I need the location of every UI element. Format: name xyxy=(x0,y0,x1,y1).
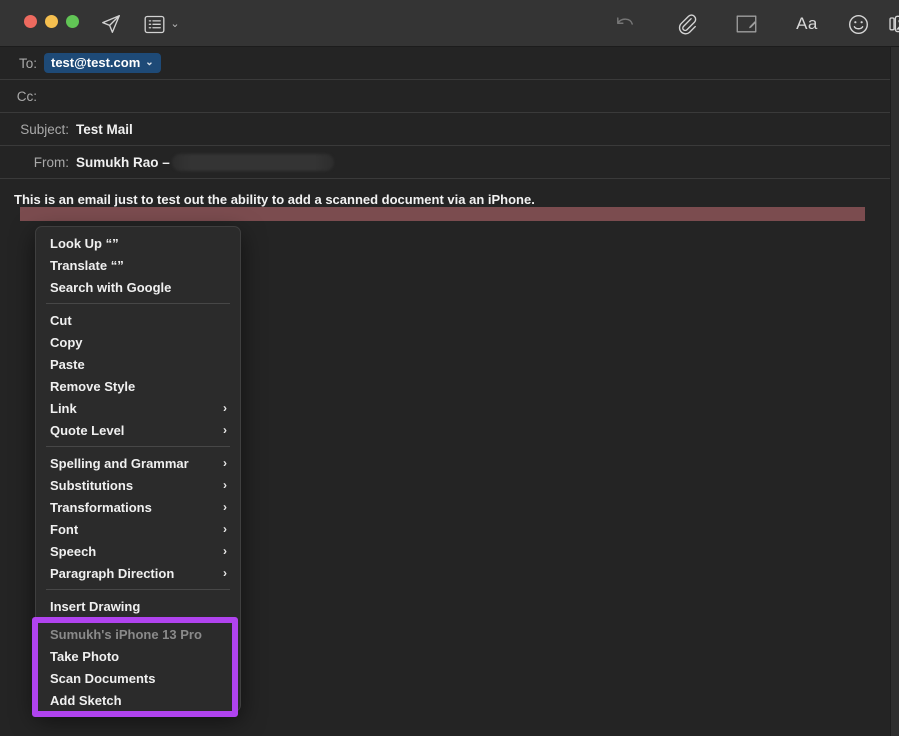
chevron-right-icon: › xyxy=(223,423,227,437)
photos-button[interactable]: ⌄ xyxy=(888,8,899,40)
menu-separator xyxy=(46,589,230,590)
recipient-token-test[interactable]: test@test.com ⌄ xyxy=(44,53,161,73)
menu-item-label: Sumukh's iPhone 13 Pro xyxy=(50,626,202,642)
menu-item-label: Spelling and Grammar xyxy=(50,455,189,471)
compose-header-fields: To: test@test.com ⌄ Cc: Subject: Test Ma… xyxy=(0,47,890,179)
menu-separator xyxy=(46,303,230,304)
context-menu-group: Look Up “” Translate “” Search with Goog… xyxy=(36,232,240,298)
menu-item-copy[interactable]: Copy xyxy=(36,331,240,353)
body-text: This is an email just to test out the ab… xyxy=(14,192,535,207)
format-button[interactable]: Aa xyxy=(790,8,824,40)
chevron-down-icon: ⌄ xyxy=(170,17,180,30)
menu-item-paste[interactable]: Paste xyxy=(36,353,240,375)
menu-item-label: Translate “” xyxy=(50,257,124,273)
menu-item-label: Look Up “” xyxy=(50,235,119,251)
attach-button[interactable] xyxy=(670,8,704,40)
menu-item-label: Copy xyxy=(50,334,83,350)
context-menu-group: Cut Copy Paste Remove Style Link › Quote… xyxy=(36,309,240,441)
subject-value: Test Mail xyxy=(76,121,133,137)
stationery-icon xyxy=(144,15,165,34)
menu-item-search-with-google[interactable]: Search with Google xyxy=(36,276,240,298)
menu-item-device-header: Sumukh's iPhone 13 Pro xyxy=(38,623,232,645)
paperclip-icon xyxy=(676,13,698,35)
menu-item-label: Quote Level xyxy=(50,422,125,438)
continuity-camera-group-highlight: Sumukh's iPhone 13 Pro Take Photo Scan D… xyxy=(32,617,238,717)
close-window-button[interactable] xyxy=(24,15,37,28)
context-menu-group: Insert Drawing xyxy=(36,595,240,617)
menu-item-label: Cut xyxy=(50,312,72,328)
menu-item-transformations[interactable]: Transformations › xyxy=(36,496,240,518)
menu-item-label: Take Photo xyxy=(50,648,120,664)
send-icon xyxy=(100,13,122,35)
stationery-button[interactable]: ⌄ xyxy=(136,8,188,40)
menu-item-substitutions[interactable]: Substitutions › xyxy=(36,474,240,496)
undo-button[interactable] xyxy=(608,8,642,40)
chevron-right-icon: › xyxy=(223,478,227,492)
zoom-window-button[interactable] xyxy=(66,15,79,28)
menu-item-speech[interactable]: Speech › xyxy=(36,540,240,562)
menu-item-label: Insert Drawing xyxy=(50,598,141,614)
subject-label: Subject: xyxy=(20,121,69,137)
context-menu-group: Spelling and Grammar › Substitutions › T… xyxy=(36,452,240,584)
cc-field-row[interactable]: Cc: xyxy=(0,80,890,113)
menu-item-add-sketch[interactable]: Add Sketch xyxy=(38,689,232,711)
from-field-row[interactable]: From: Sumukh Rao – xyxy=(0,146,890,179)
to-field-row[interactable]: To: test@test.com ⌄ xyxy=(0,47,890,80)
menu-item-label: Substitutions xyxy=(50,477,134,493)
recipient-token-label: test@test.com xyxy=(51,55,141,70)
subject-field-row[interactable]: Subject: Test Mail xyxy=(0,113,890,146)
redacted-email-address xyxy=(171,153,334,171)
format-aa-icon: Aa xyxy=(796,14,818,33)
from-label: From: xyxy=(33,154,69,170)
menu-item-label: Paragraph Direction xyxy=(50,565,175,581)
menu-item-translate[interactable]: Translate “” xyxy=(36,254,240,276)
menu-item-label: Search with Google xyxy=(50,279,172,295)
menu-item-look-up[interactable]: Look Up “” xyxy=(36,232,240,254)
emoji-icon xyxy=(848,14,869,35)
window-titlebar: ⌄ Aa xyxy=(0,0,899,47)
context-menu[interactable]: Look Up “” Translate “” Search with Goog… xyxy=(32,226,241,717)
menu-item-take-photo[interactable]: Take Photo xyxy=(38,645,232,667)
menu-item-label: Link xyxy=(50,400,77,416)
from-value: Sumukh Rao – xyxy=(76,154,170,170)
emoji-button[interactable] xyxy=(841,8,875,40)
markup-icon xyxy=(736,14,757,34)
chevron-right-icon: › xyxy=(223,456,227,470)
menu-item-label: Add Sketch xyxy=(50,692,122,708)
menu-separator xyxy=(46,446,230,447)
menu-item-label: Font xyxy=(50,521,79,537)
chevron-right-icon: › xyxy=(223,500,227,514)
menu-item-paragraph-direction[interactable]: Paragraph Direction › xyxy=(36,562,240,584)
chevron-down-icon: ⌄ xyxy=(145,57,154,68)
minimize-window-button[interactable] xyxy=(45,15,58,28)
undo-icon xyxy=(614,15,636,33)
window-right-gutter xyxy=(890,47,899,736)
markup-button[interactable] xyxy=(729,8,763,40)
menu-item-label: Transformations xyxy=(50,499,152,515)
menu-item-label: Speech xyxy=(50,543,97,559)
photo-browser-icon xyxy=(889,14,899,34)
menu-item-scan-documents[interactable]: Scan Documents xyxy=(38,667,232,689)
chevron-right-icon: › xyxy=(223,522,227,536)
menu-item-font[interactable]: Font › xyxy=(36,518,240,540)
menu-item-cut[interactable]: Cut xyxy=(36,309,240,331)
chevron-right-icon: › xyxy=(223,566,227,580)
to-label: To: xyxy=(18,55,37,71)
menu-item-remove-style[interactable]: Remove Style xyxy=(36,375,240,397)
menu-item-quote-level[interactable]: Quote Level › xyxy=(36,419,240,441)
menu-item-insert-drawing[interactable]: Insert Drawing xyxy=(36,595,240,617)
mail-compose-window: ⌄ Aa To: test@test.com ⌄ Cc: Subject: Te… xyxy=(0,0,899,736)
text-selection-highlight xyxy=(20,207,865,221)
chevron-right-icon: › xyxy=(223,401,227,415)
chevron-right-icon: › xyxy=(223,544,227,558)
menu-item-label: Scan Documents xyxy=(50,670,156,686)
menu-item-link[interactable]: Link › xyxy=(36,397,240,419)
menu-item-label: Paste xyxy=(50,356,85,372)
traffic-lights xyxy=(24,15,79,28)
send-button[interactable] xyxy=(94,8,128,40)
menu-item-spelling-and-grammar[interactable]: Spelling and Grammar › xyxy=(36,452,240,474)
cc-label: Cc: xyxy=(16,88,37,104)
menu-item-label: Remove Style xyxy=(50,378,136,394)
